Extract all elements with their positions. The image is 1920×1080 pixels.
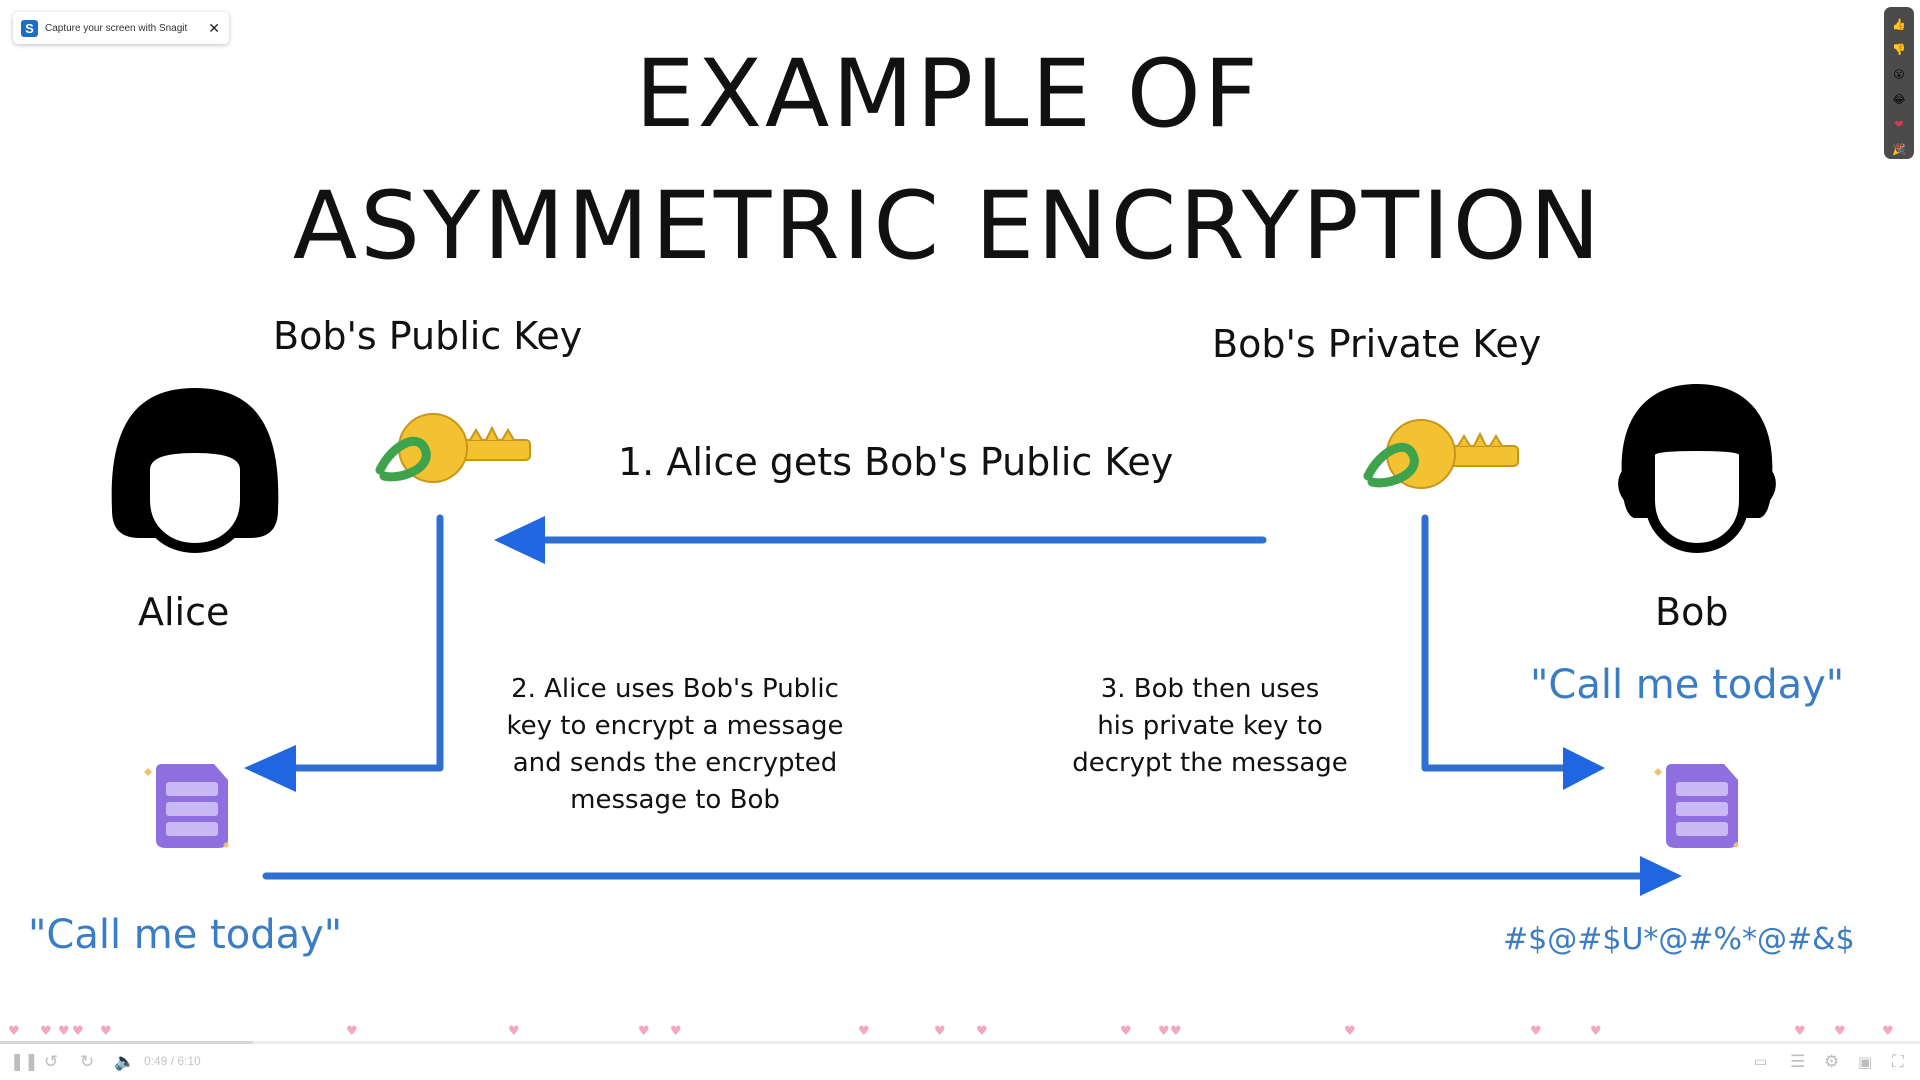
heart-icon: ♥ bbox=[1590, 1024, 1602, 1039]
heart-icon: ♥ bbox=[508, 1024, 520, 1039]
heart-icon: ♥ bbox=[58, 1024, 70, 1039]
bob-document-icon bbox=[1654, 764, 1739, 848]
player-control-bar bbox=[0, 1042, 1920, 1080]
bob-avatar-icon bbox=[1618, 384, 1776, 554]
pause-icon[interactable]: ❚❚ bbox=[10, 1052, 39, 1072]
captions-icon[interactable]: ▭ bbox=[1754, 1052, 1767, 1072]
alice-document-icon bbox=[144, 764, 229, 848]
arrow-step-2-head bbox=[244, 745, 296, 792]
heart-icon: ♥ bbox=[934, 1024, 946, 1039]
heart-icon: ♥ bbox=[1794, 1024, 1806, 1039]
heart-icon: ♥ bbox=[976, 1024, 988, 1039]
heart-icon: ♥ bbox=[8, 1024, 20, 1039]
reaction-hearts-strip: ♥ ♥ ♥ ♥ ♥ ♥ ♥ ♥ ♥ ♥ ♥ ♥ ♥ ♥ ♥ ♥ ♥ ♥ ♥ ♥ … bbox=[0, 1024, 1920, 1042]
settings-icon[interactable]: ⚙ bbox=[1824, 1052, 1839, 1072]
progress-track[interactable] bbox=[0, 1041, 1920, 1044]
volume-icon[interactable]: 🔈 bbox=[114, 1052, 135, 1072]
progress-fill bbox=[0, 1041, 254, 1044]
heart-icon: ♥ bbox=[638, 1024, 650, 1039]
heart-icon: ♥ bbox=[1120, 1024, 1132, 1039]
pip-icon[interactable]: ▣ bbox=[1858, 1052, 1872, 1072]
heart-icon: ♥ bbox=[670, 1024, 682, 1039]
video-stage: S Capture your screen with Snagit ✕ 👍 👎 … bbox=[0, 0, 1920, 1080]
heart-icon: ♥ bbox=[346, 1024, 358, 1039]
private-key-icon bbox=[1363, 419, 1519, 489]
playback-time: 0:49 / 6:10 bbox=[144, 1054, 201, 1068]
arrow-step-3-head bbox=[1563, 747, 1605, 790]
heart-icon: ♥ bbox=[1530, 1024, 1542, 1039]
heart-icon: ♥ bbox=[100, 1024, 112, 1039]
arrow-step-3-line bbox=[1421, 514, 1572, 772]
heart-icon: ♥ bbox=[1170, 1024, 1182, 1039]
heart-icon: ♥ bbox=[40, 1024, 52, 1039]
forward-icon[interactable]: ↻ bbox=[80, 1052, 94, 1072]
diagram-graphics bbox=[111, 384, 1776, 896]
chapters-icon[interactable]: ☰ bbox=[1790, 1052, 1805, 1072]
heart-icon: ♥ bbox=[1834, 1024, 1846, 1039]
alice-avatar-icon bbox=[111, 388, 279, 554]
heart-icon: ♥ bbox=[858, 1024, 870, 1039]
heart-icon: ♥ bbox=[1882, 1024, 1894, 1039]
heart-icon: ♥ bbox=[1158, 1024, 1170, 1039]
rewind-icon[interactable]: ↺ bbox=[44, 1052, 58, 1072]
arrow-step-1-head bbox=[494, 516, 545, 564]
public-key-icon bbox=[375, 413, 531, 483]
arrow-step-2-line bbox=[288, 514, 444, 772]
heart-icon: ♥ bbox=[1344, 1024, 1356, 1039]
heart-icon: ♥ bbox=[72, 1024, 84, 1039]
arrow-transfer-head bbox=[1640, 856, 1682, 896]
fullscreen-icon[interactable]: ⛶ bbox=[1892, 1052, 1904, 1072]
